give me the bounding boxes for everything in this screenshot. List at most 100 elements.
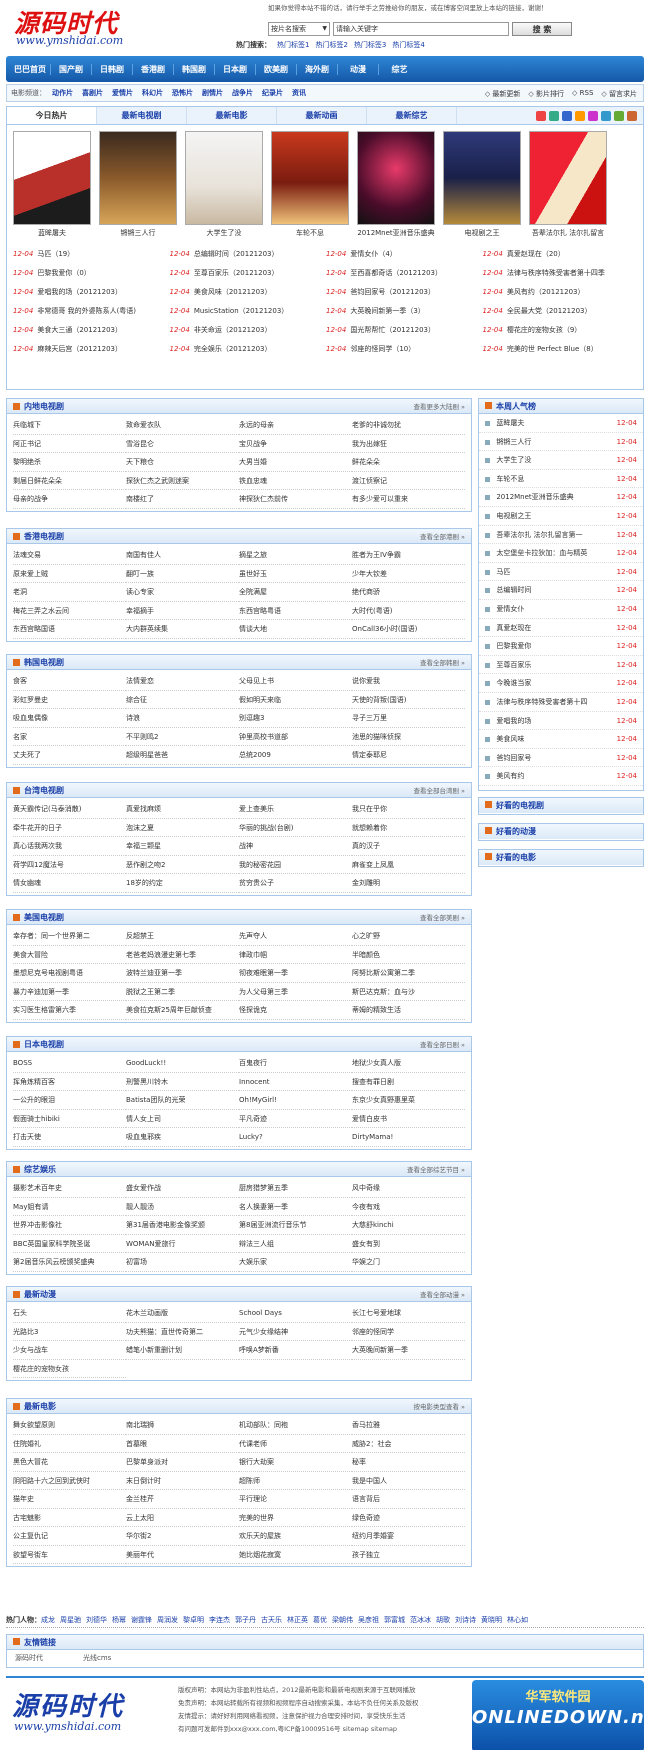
title-link[interactable]: 我为出嫁狂 [352,435,465,453]
nav-item[interactable]: 巴巴首页 [10,63,51,75]
title-link[interactable]: 天下粮仓 [126,453,239,472]
title-link[interactable]: 绿色奇迹 [352,1509,465,1527]
search-button[interactable]: 搜 索 [512,22,572,36]
title-link[interactable]: 情谈大地 [239,620,352,639]
title-link[interactable]: 孩子独立 [352,1546,465,1564]
list-item[interactable]: 12-04 完美的世 Perfect Blue（8） [483,342,640,357]
list-item[interactable]: 12-04 法律与秩序特殊受害者第十四季 [483,266,640,281]
rank-item[interactable]: 电视剧之王 12-04 [479,507,643,526]
title-link[interactable]: 呼唤A梦新番 [239,1341,352,1360]
rank-item[interactable]: 2012Mnet亚洲音乐盛典 12-04 [479,488,643,507]
more-link[interactable]: 查看全部日剧 » [420,1039,465,1049]
title-link[interactable]: 超陈师 [239,1472,352,1490]
share-icon[interactable] [549,111,559,121]
list-item[interactable]: 12-04 爸钧回家号（20121203） [326,285,483,300]
title-link[interactable]: 麻雀变上凤凰 [352,856,465,874]
title-link[interactable]: 反超禁王 [126,927,239,946]
title-link[interactable]: 读心专家 [126,583,239,602]
poster-item[interactable]: 吾辈法尔扎 法尔扎留言 [529,131,607,238]
title-link[interactable]: May姐有请 [13,1198,126,1216]
poster-item[interactable]: 蓝眸屠夫 [13,131,91,238]
title-link[interactable]: 花木兰动画版 [126,1304,239,1323]
title-link[interactable]: 阴阳路十六之回到武侠时 [13,1472,126,1490]
title-link[interactable]: 黎明绝杀 [13,453,126,472]
hot-person-link[interactable]: 黄晓明 [481,1616,502,1624]
title-link[interactable]: 天使的背叛(国语) [352,691,465,709]
title-link[interactable]: 金刘雕明 [352,874,465,893]
hot-person-link[interactable]: 成龙 [41,1616,55,1624]
title-link[interactable]: 父母见上书 [239,672,352,691]
poster-image[interactable] [185,131,263,225]
title-link[interactable]: 末日倒计时 [126,1472,239,1490]
title-link[interactable]: 母亲的战争 [13,490,126,509]
title-link[interactable]: 东京少女真野惠里菜 [352,1091,465,1110]
title-link[interactable]: 美丽年代 [126,1546,239,1564]
title-link[interactable]: 波特兰迪亚第一季 [126,964,239,983]
share-icon[interactable] [536,111,546,121]
title-link[interactable]: Oh!MyGirl! [239,1091,352,1110]
title-link[interactable]: 18岁的约定 [126,874,239,893]
share-icon[interactable] [588,111,598,121]
list-item[interactable]: 12-04 非关命运（20121203） [170,323,327,338]
subnav-item[interactable]: 喜剧片 [82,88,112,98]
title-link[interactable]: 假面骑士hibiki [13,1110,126,1128]
title-link[interactable]: 贫穷贵公子 [239,874,352,893]
title-link[interactable]: 有多少爱可以重来 [352,490,465,509]
title-link[interactable]: 盛女有到 [352,1235,465,1253]
title-link[interactable]: 华娱之门 [352,1253,465,1272]
list-item[interactable]: 12-04 大英晚间新第一季（3） [326,304,483,319]
title-link[interactable]: 黄天霸传记(马泰消散) [13,800,126,819]
title-link[interactable]: 绝代商骄 [352,583,465,602]
title-link[interactable]: 战神 [239,837,352,856]
poster-item[interactable]: 大学生了没 [185,131,263,238]
title-link[interactable]: 秘率 [352,1453,465,1472]
hot-person-link[interactable]: 林心如 [507,1616,528,1624]
share-icon[interactable] [575,111,585,121]
rank-item[interactable]: 真爱赵现在 12-04 [479,619,643,638]
title-link[interactable]: 大时代(粤语) [352,602,465,620]
more-link[interactable]: 查看更多大陆剧 » [413,401,465,411]
title-link[interactable]: 吸血鬼邪疾 [126,1128,239,1147]
subnav-item[interactable]: 资讯 [292,88,322,98]
title-link[interactable]: 大英晚间新第一季 [352,1341,465,1360]
title-link[interactable]: 住院婚礼 [13,1435,126,1453]
title-link[interactable]: 老爸老妈浪漫史第七季 [126,946,239,964]
nav-item[interactable]: 国产剧 [51,63,92,75]
title-link[interactable]: 厨房猎梦第五季 [239,1179,352,1198]
title-link[interactable]: 她比烟花寂寞 [239,1546,352,1564]
title-link[interactable]: 首墓眼 [126,1435,239,1453]
title-link[interactable]: 平行理论 [239,1490,352,1509]
title-link[interactable]: 永远的母亲 [239,416,352,435]
subnav-item[interactable]: 爱情片 [112,88,142,98]
title-link[interactable]: 金兰桂芹 [126,1490,239,1509]
title-link[interactable]: 爱上查美乐 [239,800,352,819]
title-link[interactable]: 阿正书记 [13,435,126,453]
list-item[interactable]: 12-04 爱情女仆（4） [326,247,483,262]
hot-person-link[interactable]: 刘诗诗 [455,1616,476,1624]
title-link[interactable]: 今夜有戏 [352,1198,465,1216]
title-link[interactable]: 长江七号爱地球 [352,1304,465,1323]
poster-image[interactable] [99,131,177,225]
hot-person-link[interactable]: 黎卓明 [183,1616,204,1624]
title-link[interactable]: 为人父母第三季 [239,983,352,1001]
title-link[interactable]: 兵临城下 [13,416,126,435]
title-link[interactable]: 华丽的挑战(台剧) [239,819,352,837]
rank-item[interactable]: 法律与秩序特殊受害者第十四 12-04 [479,693,643,712]
friend-link[interactable]: 光线cms [83,1653,111,1663]
title-link[interactable]: 风中奇缘 [352,1179,465,1198]
title-link[interactable]: 东西宫略国语 [13,620,126,639]
title-link[interactable]: 宝贝战争 [239,435,352,453]
title-link[interactable]: 一公升的眼泪 [13,1091,126,1110]
more-link[interactable]: 查看全部动漫 » [420,1289,465,1299]
title-link[interactable]: 云上太阳 [126,1509,239,1527]
title-link[interactable]: 脱狱之王第二季 [126,983,239,1001]
hot-person-link[interactable]: 郭富城 [384,1616,405,1624]
title-link[interactable]: 恶作剧之吻2 [126,856,239,874]
title-link[interactable]: 幸福摘手 [126,602,239,620]
title-link[interactable]: 梅花三弄之水云间 [13,602,126,620]
title-link[interactable]: 全院满屋 [239,583,352,602]
title-link[interactable]: 猫年史 [13,1490,126,1509]
poster-item[interactable]: 2012Mnet亚洲音乐盛典 [357,131,435,238]
title-link[interactable]: 美食大冒险 [13,946,126,964]
title-link[interactable]: 蒂姆的精致生活 [352,1001,465,1020]
